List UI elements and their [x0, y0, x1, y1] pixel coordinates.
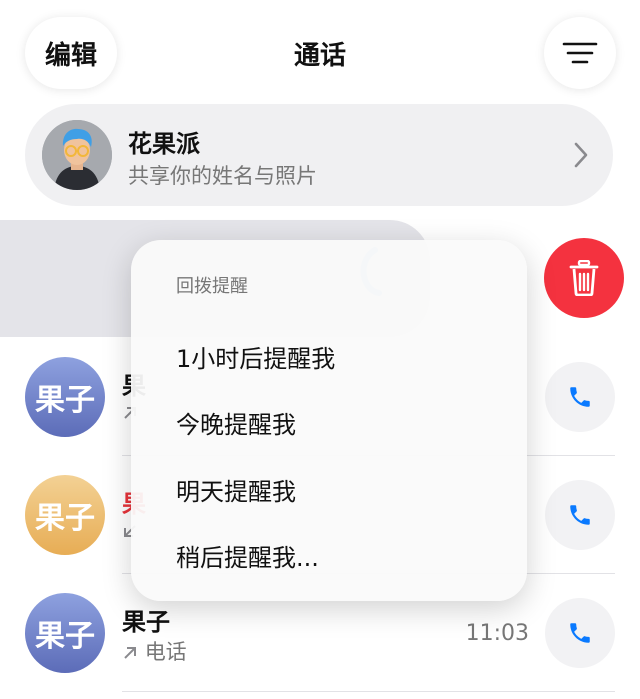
menu-item-remind-tomorrow[interactable]: 明天提醒我 [176, 472, 296, 507]
avatar-initials: 果子 [35, 383, 95, 418]
avatar: 果子 [25, 357, 105, 437]
avatar: 果子 [25, 593, 105, 673]
call-button[interactable] [545, 362, 615, 432]
call-button[interactable] [545, 480, 615, 550]
trash-icon [569, 260, 599, 296]
profile-subtitle: 共享你的姓名与照片 [128, 164, 317, 188]
avatar [42, 120, 112, 190]
outgoing-arrow-icon [124, 647, 136, 659]
avatar-initials: 果子 [35, 619, 95, 654]
call-time: 11:03 [465, 621, 529, 646]
phone-icon [570, 387, 590, 407]
callback-reminder-menu: 回拨提醒 1小时后提醒我 今晚提醒我 明天提醒我 稍后提醒我... [131, 240, 527, 601]
contact-name: 果子 [122, 608, 170, 636]
delete-button[interactable] [544, 238, 624, 318]
menu-item-remind-later[interactable]: 稍后提醒我... [176, 538, 319, 573]
profile-card[interactable]: 花果派 共享你的姓名与照片 [25, 104, 613, 206]
call-type-label: 电话 [144, 640, 187, 664]
phone-icon [570, 623, 590, 643]
chevron-right-icon [574, 142, 588, 168]
menu-header: 回拨提醒 [176, 276, 248, 297]
profile-name: 花果派 [128, 130, 200, 158]
memoji-avatar-icon [42, 120, 112, 190]
divider [122, 691, 615, 692]
call-button[interactable] [545, 598, 615, 668]
filter-lines-icon [562, 42, 598, 64]
avatar-initials: 果子 [35, 501, 95, 536]
call-type: 电话 [122, 636, 187, 666]
phone-icon [570, 505, 590, 525]
menu-item-remind-tonight[interactable]: 今晚提醒我 [176, 405, 296, 440]
filter-button[interactable] [544, 17, 616, 89]
menu-item-remind-1h[interactable]: 1小时后提醒我 [176, 339, 335, 374]
avatar: 果子 [25, 475, 105, 555]
